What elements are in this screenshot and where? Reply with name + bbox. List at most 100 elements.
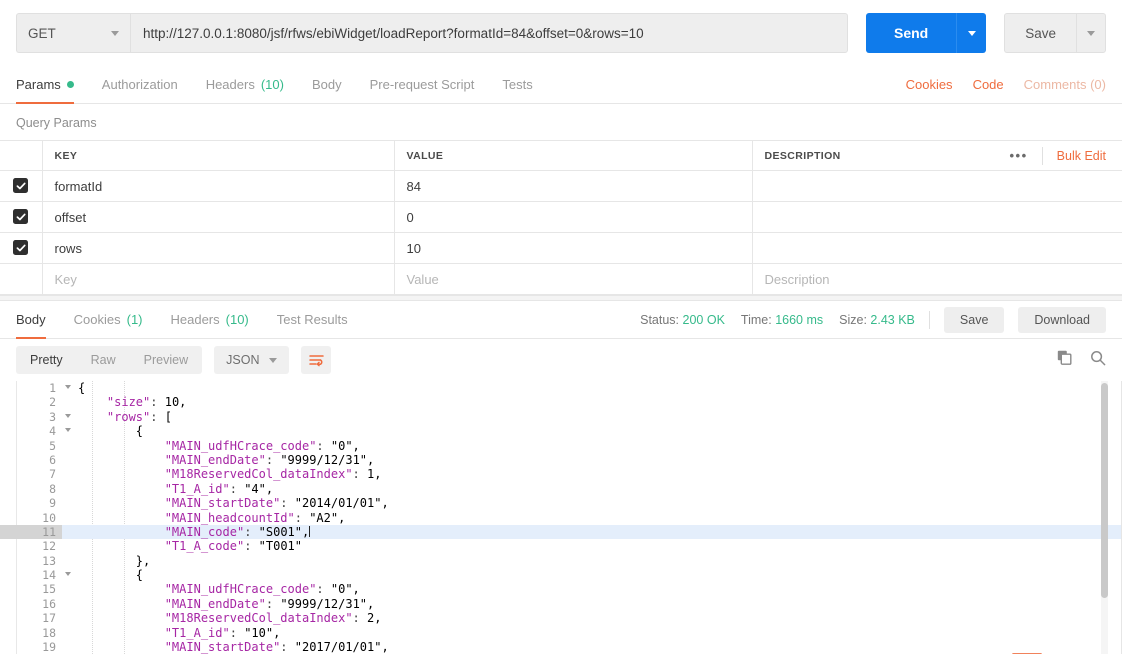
code-line[interactable]: 13 },: [0, 554, 1122, 568]
code-line[interactable]: 18 "T1_A_id": "10",: [0, 626, 1122, 640]
code-line[interactable]: 15 "MAIN_udfHCrace_code": "0",: [0, 582, 1122, 596]
more-options-icon[interactable]: •••: [996, 149, 1042, 162]
scrollbar-thumb[interactable]: [1101, 383, 1108, 598]
response-tab-test-results[interactable]: Test Results: [263, 301, 362, 338]
save-options-button[interactable]: [1076, 13, 1106, 53]
response-tabs: Body Cookies (1) Headers (10) Test Resul…: [16, 301, 362, 339]
code-text: {: [78, 424, 144, 439]
comments-link[interactable]: Comments (0): [1014, 66, 1106, 103]
time-label: Time:: [740, 312, 772, 327]
code-line[interactable]: 2 "size": 10,: [0, 395, 1122, 409]
tab-pre-request-script[interactable]: Pre-request Script: [356, 66, 489, 103]
word-wrap-button[interactable]: [301, 346, 332, 374]
row-value[interactable]: 84: [394, 170, 753, 202]
query-params-title: Query Params: [16, 116, 97, 130]
row-description[interactable]: [752, 201, 1122, 233]
code-text: "MAIN_endDate": "9999/12/31",: [164, 452, 375, 467]
line-number: 2: [49, 395, 56, 410]
bulk-edit-button[interactable]: Bulk Edit: [1043, 149, 1106, 163]
code-line[interactable]: 9 "MAIN_startDate": "2014/01/01",: [0, 496, 1122, 510]
tab-params[interactable]: Params: [16, 66, 88, 104]
size-value: 2.43 KB: [870, 312, 915, 327]
new-description-input[interactable]: Description: [752, 263, 1122, 295]
code-line[interactable]: 8 "T1_A_id": "4",: [0, 482, 1122, 496]
view-mode-preview[interactable]: Preview: [130, 346, 202, 374]
tab-label: Body: [311, 77, 342, 92]
line-number: 11: [0, 524, 62, 540]
request-tab-bar: Params Authorization Headers (10) Body P…: [0, 66, 1122, 104]
tab-badge: (10): [260, 77, 284, 92]
tab-tests[interactable]: Tests: [488, 66, 546, 103]
download-response-button[interactable]: Download: [1018, 306, 1106, 333]
code-line[interactable]: 11 "MAIN_code": "S001",: [0, 524, 1122, 540]
search-button[interactable]: [1090, 350, 1106, 371]
view-mode-pretty[interactable]: Pretty: [16, 346, 77, 374]
http-method-select[interactable]: GET: [16, 13, 130, 53]
tab-label: Headers: [205, 77, 255, 92]
save-button[interactable]: Save: [1004, 13, 1076, 53]
row-value[interactable]: 0: [394, 201, 753, 233]
new-key-input[interactable]: Key: [42, 263, 395, 295]
send-button[interactable]: Send: [865, 13, 957, 53]
response-stats: Status: 200 OK Time: 1660 ms Size: 2.43 …: [640, 313, 915, 327]
new-value-input[interactable]: Value: [394, 263, 753, 295]
code-text: {: [78, 381, 86, 395]
view-mode-raw[interactable]: Raw: [77, 346, 130, 374]
checkbox-checked-icon[interactable]: [13, 209, 29, 225]
url-input[interactable]: http://127.0.0.1:8080/jsf/rfws/ebiWidget…: [130, 13, 848, 53]
json-code[interactable]: 1{2 "size": 10, 3 "rows": [4 {5 "MAIN_udf…: [0, 381, 1122, 654]
code-line[interactable]: 17 "M18ReservedCol_dataIndex": 2,: [0, 611, 1122, 625]
code-text: "MAIN_code": "S001",: [62, 524, 1122, 540]
http-method-label: GET: [28, 25, 56, 41]
code-line[interactable]: 6 "MAIN_endDate": "9999/12/31",: [0, 453, 1122, 467]
row-description[interactable]: [752, 170, 1122, 202]
url-text: http://127.0.0.1:8080/jsf/rfws/ebiWidget…: [143, 25, 644, 41]
code-line[interactable]: 1{: [0, 381, 1122, 395]
chevron-down-icon: [269, 357, 278, 363]
send-options-button[interactable]: [956, 13, 987, 53]
copy-button[interactable]: [1057, 350, 1072, 370]
tab-label: Params: [16, 77, 61, 92]
body-format-label: JSON: [226, 353, 260, 367]
code-line[interactable]: 16 "MAIN_endDate": "9999/12/31",: [0, 597, 1122, 611]
code-line[interactable]: 4 {: [0, 424, 1122, 438]
tab-body[interactable]: Body: [298, 66, 356, 103]
tab-label: Body: [16, 312, 46, 327]
line-number: 1: [0, 381, 71, 395]
code-line[interactable]: 5 "MAIN_udfHCrace_code": "0",: [0, 439, 1122, 453]
code-text: "MAIN_udfHCrace_code": "0",: [164, 438, 360, 453]
tab-authorization[interactable]: Authorization: [88, 66, 192, 103]
tab-label: Headers: [170, 312, 220, 327]
row-description[interactable]: [752, 232, 1122, 264]
tab-headers[interactable]: Headers (10): [192, 66, 298, 103]
line-number: 14: [0, 568, 71, 582]
code-line[interactable]: 7 "M18ReservedCol_dataIndex": 1,: [0, 467, 1122, 481]
code-text: "MAIN_startDate": "2017/01/01",: [164, 640, 389, 654]
cookies-link[interactable]: Cookies: [896, 66, 963, 103]
line-number: 9: [49, 496, 56, 511]
row-key[interactable]: offset: [42, 201, 395, 233]
code-line[interactable]: 3 "rows": [: [0, 410, 1122, 424]
code-line[interactable]: 10 "MAIN_headcountId": "A2",: [0, 511, 1122, 525]
row-key[interactable]: rows: [42, 232, 395, 264]
body-format-select[interactable]: JSON: [214, 346, 290, 374]
row-checkbox-cell: [0, 232, 43, 264]
checkbox-checked-icon[interactable]: [13, 178, 29, 194]
code-line[interactable]: 14 {: [0, 568, 1122, 582]
code-link[interactable]: Code: [963, 66, 1014, 103]
checkbox-checked-icon[interactable]: [13, 240, 29, 256]
response-tab-body[interactable]: Body: [16, 301, 60, 339]
code-text: "M18ReservedCol_dataIndex": 1,: [164, 467, 382, 482]
line-number: 3: [0, 410, 71, 424]
time-stat: Time: 1660 ms: [741, 313, 823, 327]
search-icon: [1091, 350, 1106, 365]
code-line[interactable]: 12 "T1_A_code": "T001": [0, 539, 1122, 553]
row-value[interactable]: 10: [394, 232, 753, 264]
response-body-viewer[interactable]: 1{2 "size": 10, 3 "rows": [4 {5 "MAIN_udf…: [0, 381, 1122, 654]
row-key[interactable]: formatId: [42, 170, 395, 202]
save-response-button[interactable]: Save: [943, 306, 1005, 333]
response-tab-headers[interactable]: Headers (10): [157, 301, 263, 338]
code-line[interactable]: 19 "MAIN_startDate": "2017/01/01",: [0, 640, 1122, 654]
response-tab-cookies[interactable]: Cookies (1): [60, 301, 157, 338]
line-number: 12: [42, 539, 56, 554]
